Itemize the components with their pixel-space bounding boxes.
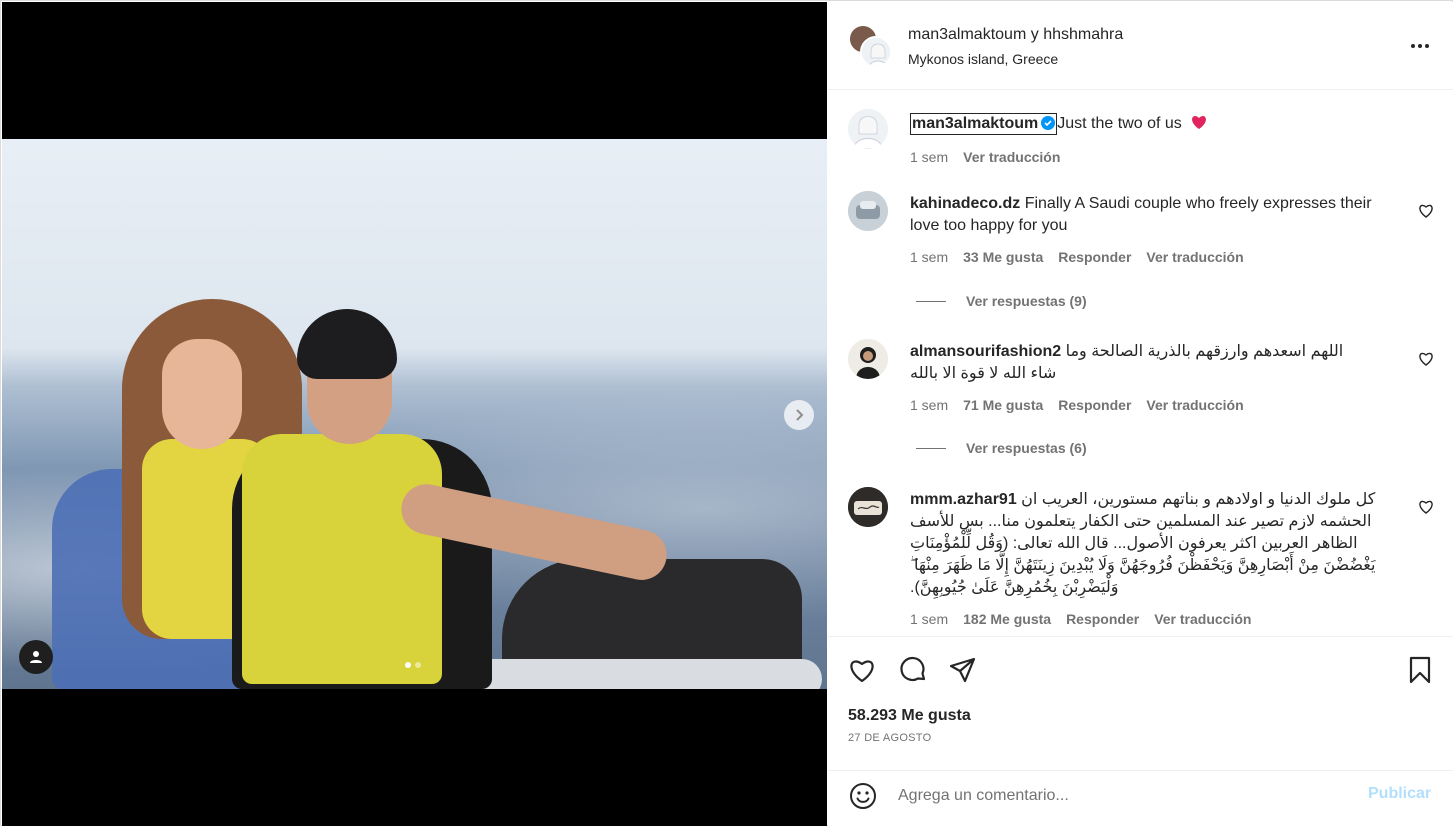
post-photo[interactable] (2, 139, 827, 689)
replies-line (916, 300, 946, 302)
send-icon[interactable] (948, 655, 978, 685)
comment-input[interactable] (898, 783, 1348, 809)
post-date[interactable]: 27 DE AGOSTO (848, 732, 931, 744)
comment-text: mmm.azhar91 كل ملوك الدنيا و اولادهم و ب… (910, 489, 1400, 599)
comment-text: almansourifashion2 اللهم اسعدهم وارزقهم … (910, 341, 1370, 385)
caption-time[interactable]: 1 sem (910, 149, 948, 165)
caption-meta: 1 sem Ver traducción (910, 149, 1060, 165)
carousel-dot-active (405, 662, 411, 668)
chevron-right-icon (796, 409, 804, 421)
avatar-man3almaktoum (860, 36, 892, 68)
view-replies-button[interactable]: Ver respuestas (9) (916, 293, 1087, 309)
photo-woman-face (162, 339, 242, 449)
post-modal: man3almaktoum y hhshmahra Mykonos island… (0, 0, 1453, 826)
connector-text: y (1030, 26, 1039, 43)
user-tags-button[interactable] (19, 640, 53, 674)
likes-count[interactable]: 58.293 Me gusta (848, 707, 971, 725)
comment-icon[interactable] (898, 655, 928, 685)
comment-username[interactable]: kahinadeco.dz (910, 195, 1020, 212)
heart-icon[interactable] (1418, 351, 1434, 367)
verified-badge-icon (1041, 116, 1056, 130)
comment-username[interactable]: mmm.azhar91 (910, 491, 1017, 508)
avatar[interactable] (848, 109, 888, 149)
reply-button[interactable]: Responder (1066, 611, 1139, 627)
view-replies-button[interactable]: Ver respuestas (6) (916, 440, 1087, 456)
bookmark-icon[interactable] (1405, 655, 1435, 685)
post-header: man3almaktoum y hhshmahra Mykonos island… (828, 2, 1453, 90)
comment-item: mmm.azhar91 كل ملوك الدنيا و اولادهم و ب… (828, 487, 1453, 636)
more-options-icon[interactable] (1405, 36, 1435, 56)
view-replies-label: Ver respuestas (9) (966, 293, 1087, 309)
caption: man3almaktoum Just the two of us 1 sem Ve… (828, 107, 1453, 177)
add-comment-bar: Publicar (828, 770, 1453, 826)
collaborator-username[interactable]: hhshmahra (1043, 26, 1123, 43)
comment-likes[interactable]: 33 Me gusta (963, 249, 1043, 265)
translate-link[interactable]: Ver traducción (1154, 611, 1251, 627)
avatar[interactable] (848, 487, 888, 527)
view-replies-label: Ver respuestas (6) (966, 440, 1087, 456)
comment-likes[interactable]: 71 Me gusta (963, 397, 1043, 413)
post-panel: man3almaktoum y hhshmahra Mykonos island… (828, 2, 1453, 826)
heart-icon[interactable] (1418, 499, 1434, 515)
heart-emoji-icon (1192, 116, 1207, 129)
carousel-dot (415, 662, 421, 668)
caption-username[interactable]: man3almaktoum (910, 113, 1058, 135)
photo-man-vest (242, 434, 442, 684)
comment-likes[interactable]: 182 Me gusta (963, 611, 1051, 627)
comment-username[interactable]: almansourifashion2 (910, 343, 1061, 360)
photo-man-hair (297, 309, 397, 379)
carousel-indicator (405, 662, 421, 668)
caption-text: man3almaktoum Just the two of us (910, 113, 1390, 135)
post-owners: man3almaktoum y hhshmahra (908, 26, 1123, 44)
reply-button[interactable]: Responder (1058, 249, 1131, 265)
comment-meta: 1 sem 71 Me gusta Responder Ver traducci… (910, 397, 1244, 413)
translate-link[interactable]: Ver traducción (1146, 249, 1243, 265)
avatar[interactable] (848, 191, 888, 231)
translate-link[interactable]: Ver traducción (963, 149, 1060, 165)
avatar[interactable] (848, 339, 888, 379)
next-slide-button[interactable] (784, 400, 814, 430)
comments-scrollbar[interactable] (1446, 91, 1450, 636)
translate-link[interactable]: Ver traducción (1146, 397, 1243, 413)
comment-time[interactable]: 1 sem (910, 249, 948, 265)
post-media (2, 2, 827, 826)
publish-button[interactable]: Publicar (1368, 785, 1431, 803)
comment-item: kahinadeco.dz Finally A Saudi couple who… (828, 191, 1453, 321)
comment-meta: 1 sem 182 Me gusta Responder Ver traducc… (910, 611, 1251, 627)
comment-text: kahinadeco.dz Finally A Saudi couple who… (910, 193, 1390, 237)
comments-list: man3almaktoum Just the two of us 1 sem Ve… (828, 91, 1453, 636)
comment-meta: 1 sem 33 Me gusta Responder Ver traducci… (910, 249, 1244, 265)
caption-body: Just the two of us (1057, 115, 1182, 132)
dual-avatar[interactable] (848, 24, 892, 68)
replies-line (916, 447, 946, 449)
comment-item: almansourifashion2 اللهم اسعدهم وارزقهم … (828, 339, 1453, 469)
comment-time[interactable]: 1 sem (910, 397, 948, 413)
heart-icon[interactable] (847, 655, 877, 685)
post-location[interactable]: Mykonos island, Greece (908, 51, 1058, 67)
user-icon (30, 651, 42, 663)
comment-time[interactable]: 1 sem (910, 611, 948, 627)
heart-icon[interactable] (1418, 203, 1434, 219)
reply-button[interactable]: Responder (1058, 397, 1131, 413)
owner-username[interactable]: man3almaktoum (908, 26, 1026, 43)
emoji-icon[interactable] (848, 781, 878, 811)
